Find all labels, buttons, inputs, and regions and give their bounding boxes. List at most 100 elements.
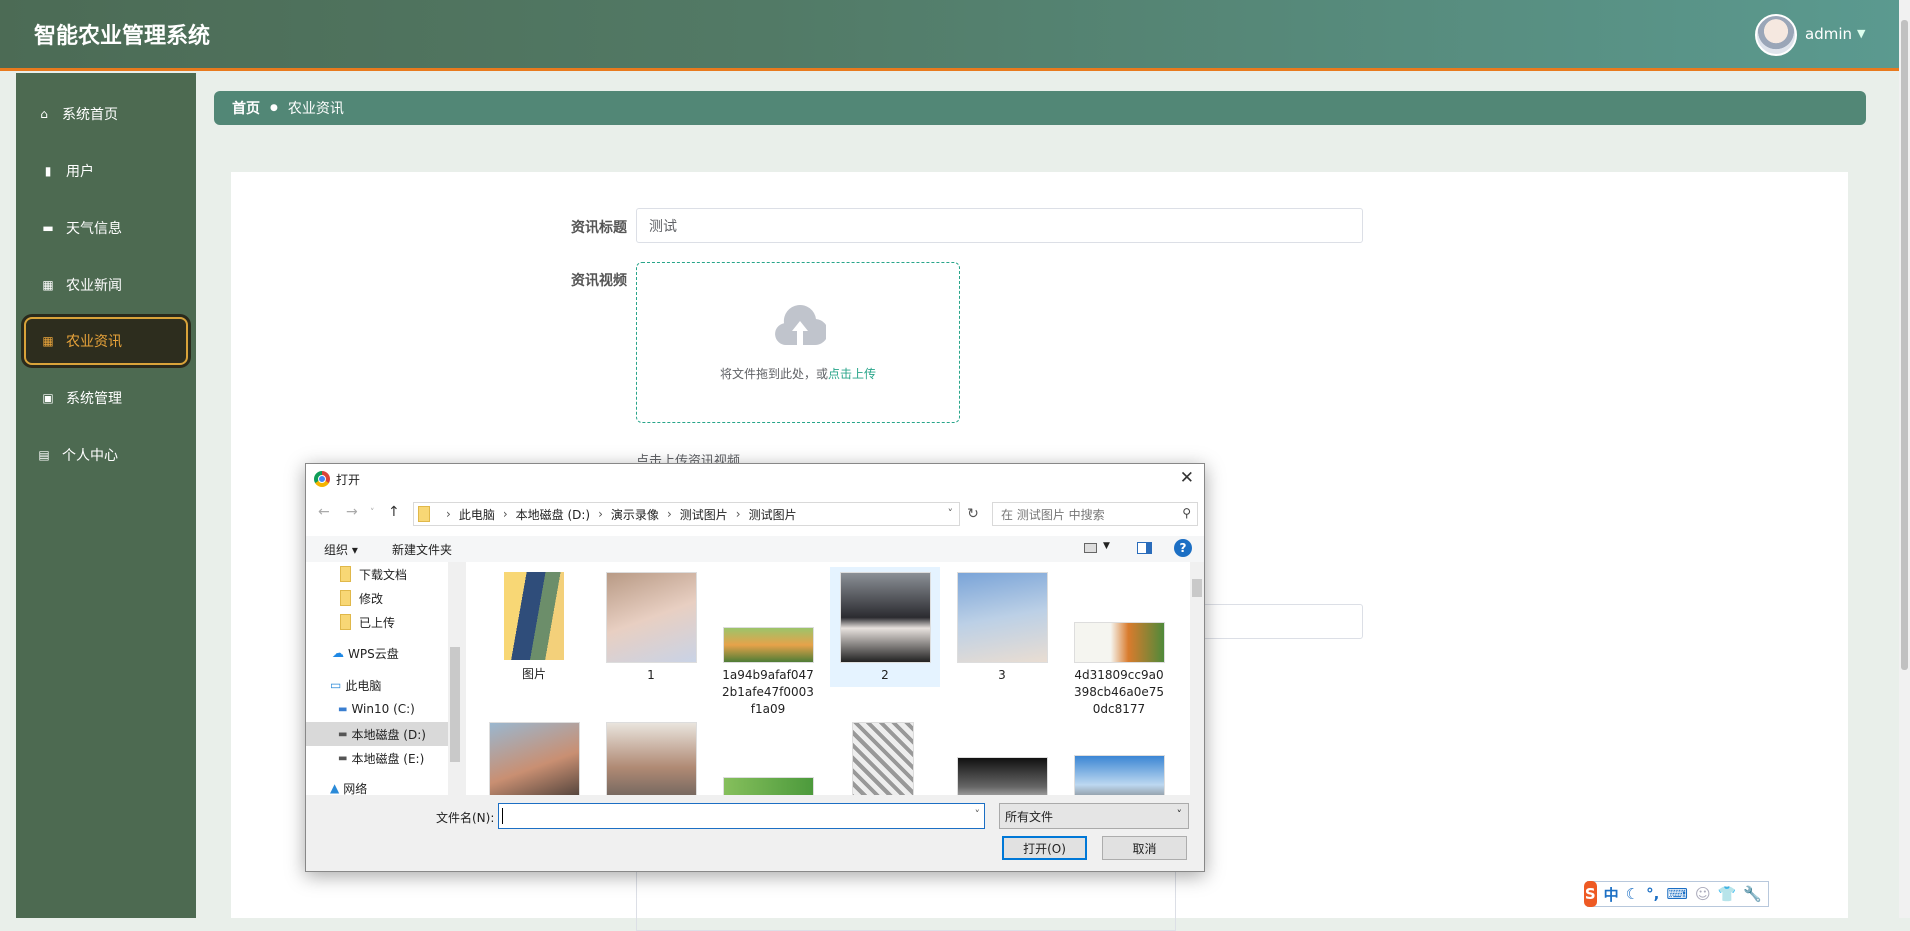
nav-item[interactable]: 已上传 (306, 610, 448, 634)
image-thumbnail (605, 572, 697, 663)
image-thumbnail[interactable] (1074, 755, 1165, 795)
user-icon[interactable]: ☺ (1695, 885, 1711, 903)
dialog-toolbar: 组织 ▾ 新建文件夹 ▼ ? (306, 536, 1204, 562)
recent-dropdown-icon[interactable]: ˅ (370, 508, 375, 518)
image-thumbnail[interactable] (957, 757, 1048, 795)
sidebar-item-info[interactable]: ▦ 农业资讯 (24, 317, 188, 365)
wrench-icon[interactable]: 🔧 (1743, 885, 1762, 903)
path-segment[interactable]: 测试图片 (680, 506, 728, 523)
breadcrumb-home[interactable]: 首页 (232, 98, 260, 118)
punctuation-icon[interactable]: °, (1646, 885, 1659, 903)
file-name: 4d31809cc9a0398cb46a0e750dc8177 (1073, 668, 1165, 716)
sidebar-item-home[interactable]: ⌂ 系统首页 (16, 94, 196, 134)
organize-button[interactable]: 组织 ▾ (324, 541, 358, 558)
back-icon[interactable]: ← (318, 504, 330, 520)
chevron-down-icon[interactable]: ▼ (1103, 541, 1110, 551)
refresh-icon[interactable]: ↻ (962, 502, 984, 526)
scrollbar-thumb[interactable] (1192, 579, 1202, 597)
nav-scrollbar[interactable] (448, 562, 462, 795)
ime-mode[interactable]: 中 (1604, 884, 1619, 905)
sidebar-item-users[interactable]: ▮ 用户 (16, 151, 196, 191)
home-icon: ⌂ (40, 107, 48, 121)
image-thumbnail (839, 572, 931, 663)
file-item-folder[interactable]: 图片 (479, 572, 589, 683)
sidebar-item-label: 天气信息 (66, 221, 122, 237)
chevron-down-icon[interactable]: ˅ (975, 808, 981, 821)
image-thumbnail[interactable] (723, 777, 814, 795)
chevron-down-icon[interactable]: ˅ (948, 507, 954, 520)
file-item[interactable]: 1 (596, 572, 706, 684)
address-bar[interactable]: › 此电脑 › 本地磁盘 (D:) › 演示录像 › 测试图片 › 测试图片 ˅ (413, 502, 960, 526)
nav-item[interactable]: ▬ Win10 (C:) (306, 697, 448, 721)
sidebar-item-weather[interactable]: ▬ 天气信息 (16, 208, 196, 248)
user-name[interactable]: admin (1805, 25, 1852, 43)
search-input[interactable]: 在 测试图片 中搜索 ⚲ (992, 502, 1198, 526)
file-item[interactable]: 4d31809cc9a0398cb46a0e750dc8177 (1064, 572, 1174, 718)
cancel-button[interactable]: 取消 (1102, 836, 1187, 860)
sidebar-item-news[interactable]: ▦ 农业新闻 (16, 265, 196, 305)
video-upload-dropzone[interactable]: 将文件拖到此处，或点击上传 (636, 262, 960, 423)
upload-link[interactable]: 点击上传 (828, 367, 876, 381)
nav-item[interactable]: ▭ 此电脑 (306, 673, 448, 697)
calendar-icon: ▤ (38, 448, 50, 462)
file-name: 图片 (521, 667, 546, 681)
title-input[interactable]: 测试 (636, 208, 1363, 243)
nav-item-selected[interactable]: ▬ 本地磁盘 (D:) (306, 722, 448, 746)
help-icon[interactable]: ? (1174, 539, 1192, 557)
file-name: 2 (881, 668, 889, 682)
nav-label: Win10 (C:) (351, 702, 415, 716)
nav-item[interactable]: ▬ 本地磁盘 (E:) (306, 746, 448, 770)
breadcrumb-separator: ● (270, 103, 278, 113)
search-icon: ⚲ (1182, 506, 1191, 520)
path-segment[interactable]: 演示录像 (611, 506, 659, 523)
ime-toolbar[interactable]: S 中 ☾ °, ⌨ ☺ 👕 🔧 (1584, 881, 1769, 907)
preview-pane-icon[interactable] (1137, 542, 1152, 554)
file-item-selected[interactable]: 2 (830, 567, 940, 687)
content-editor[interactable] (636, 871, 1176, 931)
sogou-logo[interactable]: S (1584, 881, 1597, 907)
nav-item[interactable]: 下载文档 (306, 562, 448, 586)
image-thumbnail[interactable] (606, 722, 697, 795)
filetype-select[interactable]: 所有文件 ˅ (999, 803, 1189, 829)
nav-label: WPS云盘 (348, 646, 399, 661)
chevron-down-icon[interactable]: ▼ (1857, 27, 1865, 40)
image-thumbnail[interactable] (489, 722, 580, 795)
image-thumbnail (1073, 622, 1165, 663)
view-options-icon[interactable] (1084, 543, 1097, 553)
moon-icon[interactable]: ☾ (1626, 885, 1639, 903)
close-icon[interactable]: ✕ (1180, 468, 1194, 488)
path-segment[interactable]: 此电脑 (459, 506, 495, 523)
shirt-icon[interactable]: 👕 (1718, 885, 1737, 903)
sidebar-item-system[interactable]: ▣ 系统管理 (16, 378, 196, 418)
open-button[interactable]: 打开(O) (1002, 836, 1087, 860)
scrollbar-thumb[interactable] (450, 647, 460, 762)
app-title: 智能农业管理系统 (34, 24, 211, 49)
image-thumbnail[interactable] (852, 722, 914, 795)
path-segment[interactable]: 测试图片 (749, 506, 797, 523)
file-list-scrollbar[interactable] (1190, 562, 1204, 795)
chevron-right-icon: › (666, 507, 672, 521)
new-folder-button[interactable]: 新建文件夹 (392, 541, 452, 558)
forward-icon[interactable]: → (346, 504, 358, 520)
nav-item[interactable]: 修改 (306, 586, 448, 610)
video-label: 资讯视频 (571, 273, 627, 289)
filename-input[interactable]: ˅ (498, 803, 985, 829)
keyboard-icon[interactable]: ⌨ (1666, 885, 1688, 903)
scrollbar-thumb[interactable] (1901, 20, 1908, 670)
nav-item[interactable]: ☁ WPS云盘 (306, 641, 448, 665)
sidebar-item-profile[interactable]: ▤ 个人中心 (16, 435, 196, 475)
cloud-icon: ☁ (332, 646, 344, 660)
up-arrow-icon[interactable]: ↑ (388, 504, 400, 520)
nav-label: 本地磁盘 (D:) (351, 727, 426, 742)
avatar[interactable] (1755, 14, 1797, 56)
nav-label: 网络 (343, 781, 368, 796)
file-item[interactable]: 3 (947, 572, 1057, 684)
file-open-dialog: 打开 ✕ ← → ˅ ↑ › 此电脑 › 本地磁盘 (D:) › 演示录像 › 测试图片… (305, 463, 1205, 872)
path-segment[interactable]: 本地磁盘 (D:) (516, 506, 590, 523)
file-item[interactable]: 1a94b9afaf0472b1afe47f0003f1a09 (713, 572, 823, 718)
filename-label: 文件名(N): (436, 811, 495, 825)
dialog-titlebar[interactable]: 打开 ✕ (306, 464, 1204, 494)
upload-hint-text: 将文件拖到此处，或 (719, 367, 828, 381)
page-scrollbar[interactable] (1899, 0, 1910, 918)
nav-item[interactable]: ▲ 网络 (306, 776, 448, 795)
